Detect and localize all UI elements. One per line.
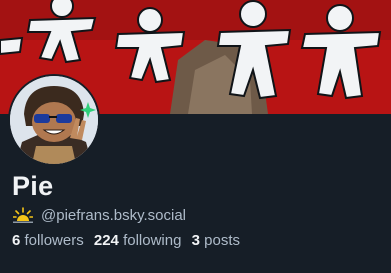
posts-label: posts [204, 232, 240, 249]
handle-row: @piefrans.bsky.social [13, 205, 186, 225]
posts-stat: 3 posts [192, 232, 240, 249]
profile-handle: @piefrans.bsky.social [41, 206, 187, 224]
following-link[interactable]: 224 following [94, 232, 182, 249]
posts-count: 3 [191, 232, 200, 249]
followers-label: followers [24, 232, 84, 249]
profile-avatar[interactable] [8, 74, 100, 166]
followers-link[interactable]: 6 followers [12, 232, 84, 249]
profile-stats: 6 followers 224 following 3 posts [12, 232, 246, 249]
profile-header: Pie @piefrans.bsky.social 6 followers 22… [0, 0, 391, 273]
sun-emoji-icon [13, 207, 33, 223]
display-name: Pie [12, 171, 54, 201]
following-count: 224 [93, 232, 119, 249]
following-label: following [123, 232, 182, 249]
followers-count: 6 [12, 232, 21, 249]
